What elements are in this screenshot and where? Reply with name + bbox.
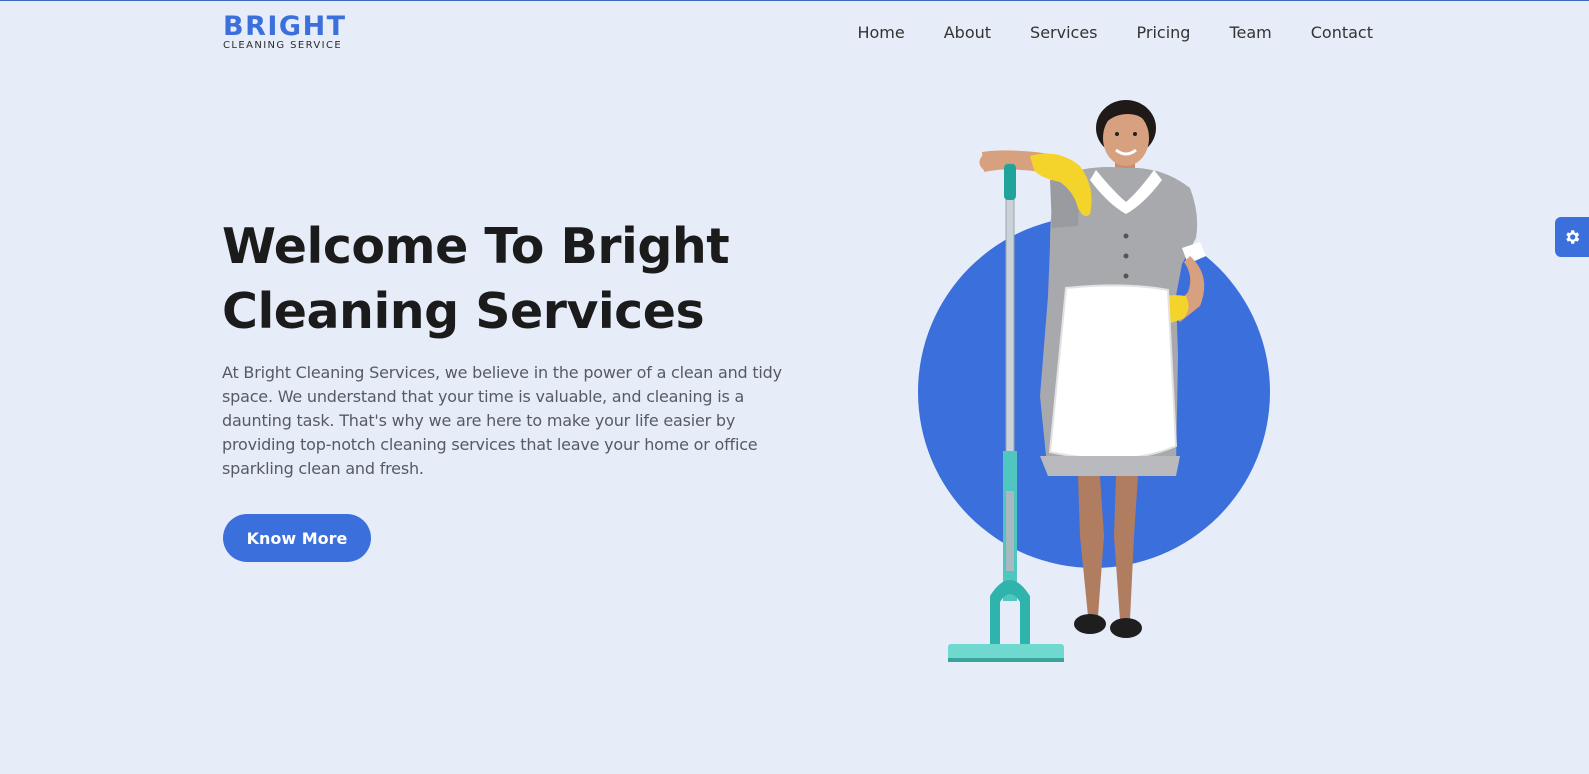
logo[interactable]: BRIGHT CLEANING SERVICE bbox=[223, 11, 347, 51]
hero-description: At Bright Cleaning Services, we believe … bbox=[222, 363, 782, 478]
nav-item-home[interactable]: Home bbox=[857, 22, 904, 44]
hero-title-line2: Cleaning Services bbox=[222, 283, 705, 340]
know-more-button[interactable]: Know More bbox=[223, 514, 371, 562]
hero-title: Welcome To Bright Cleaning Services bbox=[222, 214, 842, 344]
nav-item-about[interactable]: About bbox=[944, 22, 991, 44]
nav-item-services[interactable]: Services bbox=[1030, 22, 1097, 44]
nav-item-team[interactable]: Team bbox=[1229, 22, 1271, 44]
settings-toggle[interactable] bbox=[1555, 217, 1589, 257]
logo-tagline: CLEANING SERVICE bbox=[223, 40, 343, 51]
cleaning-lady-illustration bbox=[948, 100, 1206, 662]
gear-icon bbox=[1566, 230, 1580, 244]
hero-title-line1: Welcome To Bright bbox=[222, 218, 730, 275]
hero-image bbox=[900, 96, 1280, 686]
nav-item-pricing[interactable]: Pricing bbox=[1137, 22, 1191, 44]
nav-item-contact[interactable]: Contact bbox=[1311, 22, 1373, 44]
logo-name: BRIGHT bbox=[223, 11, 347, 42]
site-header: BRIGHT CLEANING SERVICE Home About Servi… bbox=[0, 1, 1589, 65]
main-nav: Home About Services Pricing Team Contact bbox=[818, 22, 1373, 44]
